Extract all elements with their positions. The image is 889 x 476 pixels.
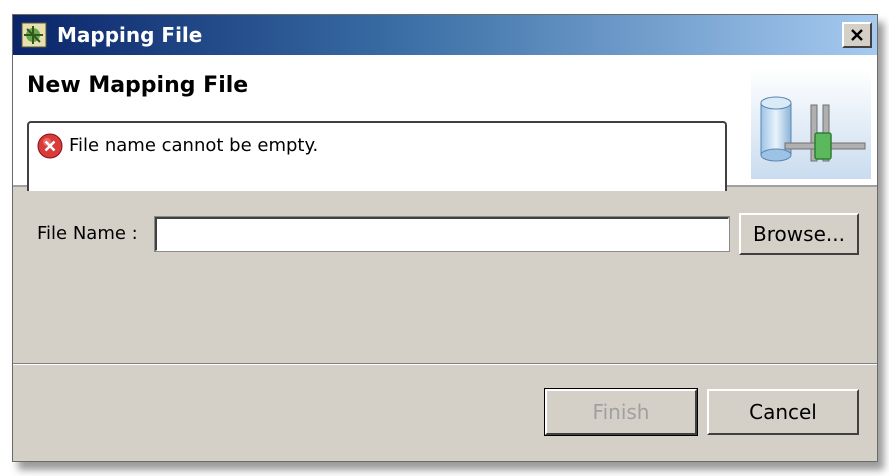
file-name-input[interactable] <box>154 216 730 252</box>
mapping-app-icon <box>21 22 47 48</box>
wizard-banner: New Mapping File File name cannot be emp… <box>13 55 877 191</box>
close-icon <box>851 29 863 41</box>
error-message: File name cannot be empty. <box>69 135 319 156</box>
window-title: Mapping File <box>57 23 203 47</box>
close-button[interactable] <box>842 22 872 48</box>
browse-button[interactable]: Browse... <box>739 213 859 255</box>
file-name-label: File Name : <box>37 223 138 244</box>
cancel-button[interactable]: Cancel <box>707 389 859 435</box>
title-bar[interactable]: Mapping File <box>13 15 877 55</box>
separator <box>13 363 877 365</box>
database-mapping-icon <box>751 69 871 179</box>
page-title: New Mapping File <box>27 73 249 98</box>
mapping-file-dialog: Mapping File New Mapping File File name … <box>12 14 878 462</box>
finish-button[interactable]: Finish <box>544 388 698 436</box>
error-icon <box>37 133 63 159</box>
message-area: File name cannot be empty. <box>27 121 727 191</box>
